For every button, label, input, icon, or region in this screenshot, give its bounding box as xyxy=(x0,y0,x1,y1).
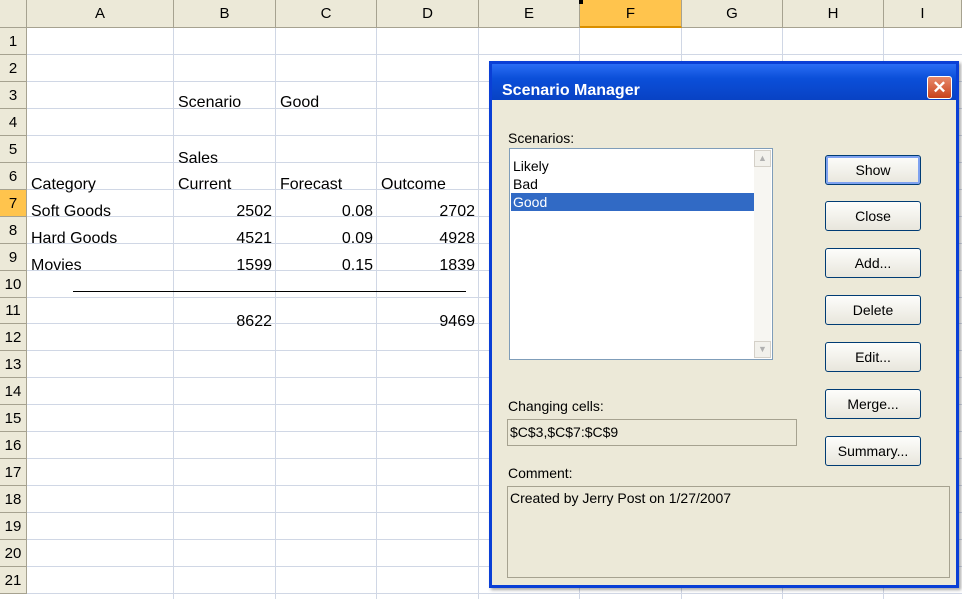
column-header-h[interactable]: H xyxy=(783,0,884,28)
cell-c7[interactable]: 0.08 xyxy=(276,199,377,225)
close-button[interactable]: Close xyxy=(825,201,921,231)
row-header-18[interactable]: 18 xyxy=(0,486,27,513)
close-icon[interactable]: ✕ xyxy=(927,76,952,99)
changing-cells-label: Changing cells: xyxy=(508,398,604,414)
column-header-d[interactable]: D xyxy=(377,0,479,28)
cell-a8[interactable]: Hard Goods xyxy=(28,226,117,252)
cell-b7[interactable]: 2502 xyxy=(174,199,276,225)
cell-d11[interactable]: 9469 xyxy=(377,309,479,335)
cell-b11[interactable]: 8622 xyxy=(174,309,276,335)
column-header-b[interactable]: B xyxy=(174,0,276,28)
cell-b5[interactable]: Sales xyxy=(175,146,218,172)
scenario-item-good[interactable]: Good xyxy=(511,193,767,211)
row-header-12[interactable]: 12 xyxy=(0,324,27,351)
cell-a9[interactable]: Movies xyxy=(28,253,82,279)
column-header-c[interactable]: C xyxy=(276,0,377,28)
scenario-manager-dialog: Scenario Manager ✕ Scenarios: Likely Bad… xyxy=(489,61,959,588)
summary-button[interactable]: Summary... xyxy=(825,436,921,466)
column-header-e[interactable]: E xyxy=(479,0,580,28)
cell-c8[interactable]: 0.09 xyxy=(276,226,377,252)
cell-d9[interactable]: 1839 xyxy=(377,253,479,279)
cell-b6[interactable]: Current xyxy=(175,172,231,198)
row-header-21[interactable]: 21 xyxy=(0,567,27,594)
cell-a7[interactable]: Soft Goods xyxy=(28,199,111,225)
row-header-16[interactable]: 16 xyxy=(0,432,27,459)
add-button[interactable]: Add... xyxy=(825,248,921,278)
scenario-item-likely[interactable]: Likely xyxy=(511,157,767,175)
cell-c3[interactable]: Good xyxy=(277,90,319,116)
row-header-6[interactable]: 6 xyxy=(0,163,27,190)
cell-c6[interactable]: Forecast xyxy=(277,172,342,198)
row-header-1[interactable]: 1 xyxy=(0,28,27,55)
comment-label: Comment: xyxy=(508,465,573,481)
edit-button[interactable]: Edit... xyxy=(825,342,921,372)
scroll-down-icon[interactable]: ▼ xyxy=(754,341,771,358)
row-header-7[interactable]: 7 xyxy=(0,190,27,217)
cell-b8[interactable]: 4521 xyxy=(174,226,276,252)
column-header-g[interactable]: G xyxy=(682,0,783,28)
select-all-corner[interactable] xyxy=(0,0,27,28)
gridline xyxy=(27,593,962,594)
show-button[interactable]: Show xyxy=(825,155,921,185)
row-header-20[interactable]: 20 xyxy=(0,540,27,567)
row-header-17[interactable]: 17 xyxy=(0,459,27,486)
cell-c9[interactable]: 0.15 xyxy=(276,253,377,279)
column-header-f[interactable]: F xyxy=(580,0,682,28)
dialog-titlebar[interactable]: Scenario Manager ✕ xyxy=(492,64,956,100)
row-header-5[interactable]: 5 xyxy=(0,136,27,163)
cell-d7[interactable]: 2702 xyxy=(377,199,479,225)
column-header-i[interactable]: I xyxy=(884,0,962,28)
row-header-15[interactable]: 15 xyxy=(0,405,27,432)
scroll-up-icon[interactable]: ▲ xyxy=(754,150,771,167)
row-header-8[interactable]: 8 xyxy=(0,217,27,244)
row-header-14[interactable]: 14 xyxy=(0,378,27,405)
delete-button[interactable]: Delete xyxy=(825,295,921,325)
row-header-3[interactable]: 3 xyxy=(0,82,27,109)
active-cell-marker xyxy=(579,0,583,4)
row-header-13[interactable]: 13 xyxy=(0,351,27,378)
scenarios-label: Scenarios: xyxy=(508,130,575,146)
gridline xyxy=(27,54,962,55)
merge-button[interactable]: Merge... xyxy=(825,389,921,419)
changing-cells-field: $C$3,$C$7:$C$9 xyxy=(507,419,797,446)
row-header-11[interactable]: 11 xyxy=(0,298,27,324)
row-header-4[interactable]: 4 xyxy=(0,109,27,136)
total-rule-line xyxy=(73,291,466,292)
scenarios-listbox[interactable]: Likely Bad Good ▲ ▼ xyxy=(509,148,773,360)
cell-b9[interactable]: 1599 xyxy=(174,253,276,279)
row-header-2[interactable]: 2 xyxy=(0,55,27,82)
column-header-a[interactable]: A xyxy=(27,0,174,28)
cell-d8[interactable]: 4928 xyxy=(377,226,479,252)
comment-field: Created by Jerry Post on 1/27/2007 xyxy=(507,486,950,578)
row-header-10[interactable]: 10 xyxy=(0,271,27,298)
cell-d6[interactable]: Outcome xyxy=(378,172,446,198)
row-header-9[interactable]: 9 xyxy=(0,244,27,271)
row-header-19[interactable]: 19 xyxy=(0,513,27,540)
cell-b3[interactable]: Scenario xyxy=(175,90,241,116)
cell-a6[interactable]: Category xyxy=(28,172,96,198)
scrollbar-track[interactable] xyxy=(754,167,771,341)
scenario-item-bad[interactable]: Bad xyxy=(511,175,767,193)
dialog-title: Scenario Manager xyxy=(502,82,640,99)
